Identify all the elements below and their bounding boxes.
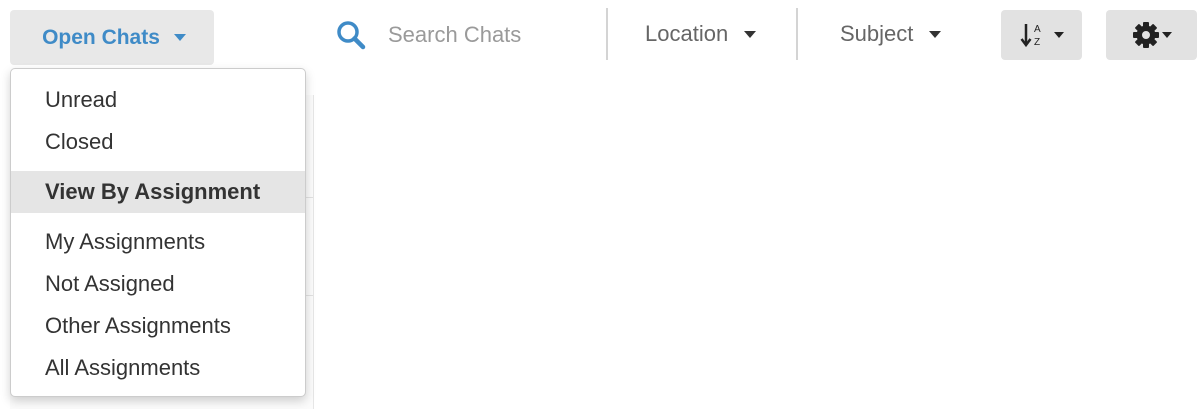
search-box xyxy=(336,12,596,58)
toolbar-divider xyxy=(796,8,798,60)
chevron-down-icon xyxy=(744,30,757,38)
location-filter-label: Location xyxy=(645,21,729,46)
settings-button[interactable] xyxy=(1106,10,1197,60)
subject-filter-label: Subject xyxy=(840,21,914,46)
chevron-down-icon xyxy=(173,34,186,41)
menu-item-other-assignments[interactable]: Other Assignments xyxy=(11,305,305,347)
sort-alpha-icon: A Z xyxy=(1020,24,1041,48)
open-chats-dropdown-menu: Unread Closed View By Assignment My Assi… xyxy=(10,68,306,397)
svg-text:A: A xyxy=(1034,24,1041,35)
chevron-down-icon xyxy=(929,30,942,38)
chevron-down-icon xyxy=(1161,32,1172,38)
toolbar-divider xyxy=(606,8,608,60)
menu-item-all-assignments[interactable]: All Assignments xyxy=(11,347,305,389)
menu-item-my-assignments[interactable]: My Assignments xyxy=(11,221,305,263)
search-icon xyxy=(337,21,366,50)
menu-item-unread[interactable]: Unread xyxy=(11,79,305,121)
menu-item-closed[interactable]: Closed xyxy=(11,121,305,163)
menu-item-not-assigned[interactable]: Not Assigned xyxy=(11,263,305,305)
chevron-down-icon xyxy=(1053,32,1064,38)
subject-filter-dropdown[interactable]: Subject xyxy=(840,12,942,56)
menu-header-view-by-assignment: View By Assignment xyxy=(11,171,305,213)
open-chats-button[interactable]: Open Chats xyxy=(10,10,214,65)
gear-icon xyxy=(1132,22,1159,48)
location-filter-dropdown[interactable]: Location xyxy=(645,12,757,56)
search-input[interactable] xyxy=(386,21,590,49)
open-chats-label: Open Chats xyxy=(42,25,160,49)
svg-text:Z: Z xyxy=(1034,37,1040,48)
sort-button[interactable]: A Z xyxy=(1001,10,1082,60)
